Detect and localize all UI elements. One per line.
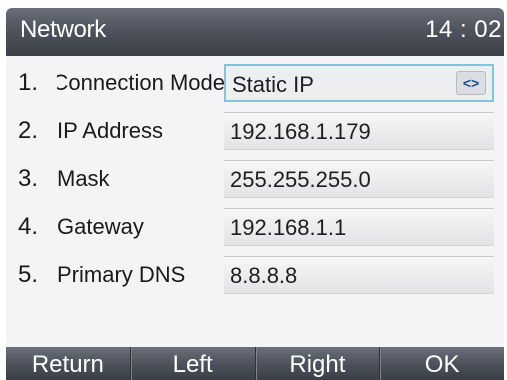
row-label: Primary DNS bbox=[57, 262, 186, 287]
setting-row-connection-mode[interactable]: 1. Connection Mode Static IP <> bbox=[6, 60, 504, 108]
setting-row-gateway[interactable]: 4. Gateway 192.168.1.1 bbox=[6, 204, 504, 252]
row-label: IP Address bbox=[57, 118, 163, 143]
softkey-bar: Return Left Right OK bbox=[6, 347, 504, 380]
page-title: Network bbox=[20, 16, 106, 43]
row-number: 5. bbox=[18, 261, 39, 288]
ip-address-field[interactable]: 192.168.1.179 bbox=[224, 112, 494, 150]
connection-mode-select[interactable]: Static IP <> bbox=[224, 64, 494, 102]
setting-row-primary-dns[interactable]: 5. Primary DNS 8.8.8.8 bbox=[6, 252, 504, 300]
select-value: Static IP bbox=[232, 72, 314, 97]
phone-screen: Network 14 : 02 1. Connection Mode Stati… bbox=[6, 8, 504, 380]
primary-dns-field[interactable]: 8.8.8.8 bbox=[224, 256, 494, 294]
mask-field[interactable]: 255.255.255.0 bbox=[224, 160, 494, 198]
ok-softkey[interactable]: OK bbox=[379, 347, 504, 380]
left-softkey[interactable]: Left bbox=[129, 347, 255, 380]
return-softkey[interactable]: Return bbox=[6, 347, 130, 380]
setting-row-ip-address[interactable]: 2. IP Address 192.168.1.179 bbox=[6, 108, 504, 156]
left-right-arrows-icon[interactable]: <> bbox=[456, 71, 486, 95]
row-label: Gateway bbox=[57, 214, 144, 239]
field-value: 192.168.1.1 bbox=[230, 215, 347, 240]
settings-list: 1. Connection Mode Static IP <> 2. IP Ad… bbox=[6, 60, 504, 300]
row-number: 4. bbox=[18, 213, 39, 240]
field-value: 192.168.1.179 bbox=[230, 119, 371, 144]
field-value: 8.8.8.8 bbox=[230, 263, 298, 288]
row-number: 2. bbox=[18, 117, 39, 144]
field-value: 255.255.255.0 bbox=[230, 167, 371, 192]
row-label: Mask bbox=[57, 166, 110, 191]
right-softkey[interactable]: Right bbox=[254, 347, 380, 380]
title-bar: Network 14 : 02 bbox=[6, 8, 504, 56]
setting-row-mask[interactable]: 3. Mask 255.255.255.0 bbox=[6, 156, 504, 204]
row-number: 3. bbox=[18, 165, 39, 192]
row-number: 1. bbox=[18, 69, 39, 96]
row-label: Connection Mode bbox=[57, 70, 225, 95]
clock: 14 : 02 bbox=[425, 16, 502, 43]
gateway-field[interactable]: 192.168.1.1 bbox=[224, 208, 494, 246]
